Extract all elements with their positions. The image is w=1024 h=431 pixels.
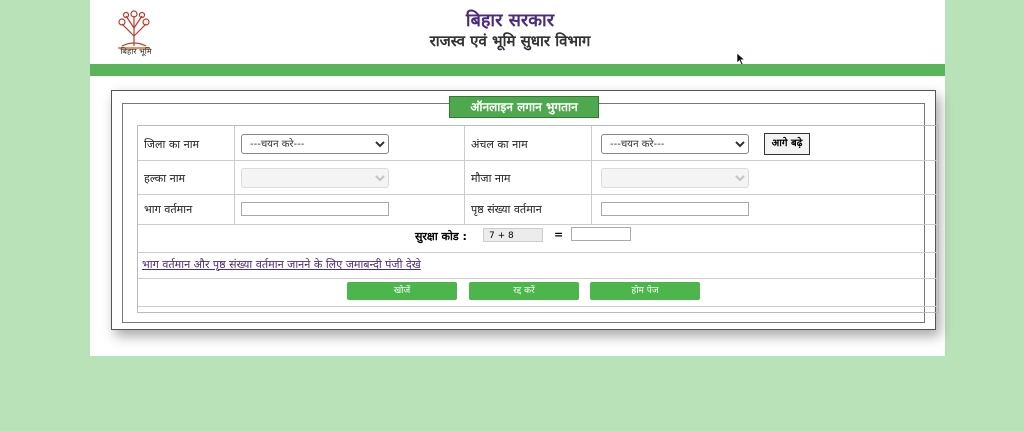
captcha-label: सुरक्षा कोड : [415, 230, 467, 243]
cell-district-select: ---चयन करे--- [235, 126, 465, 160]
captcha-input[interactable] [571, 227, 631, 241]
form-legend: ऑनलाइन लगान भुगतान [449, 96, 599, 118]
row-district: जिला का नाम ---चयन करे--- अंचल का नाम --… [138, 126, 938, 161]
cell-page-input [592, 194, 938, 224]
halka-select[interactable] [241, 168, 389, 188]
next-button[interactable]: आगे बढ़े [764, 133, 810, 155]
captcha-code: 7 + 8 [483, 228, 543, 242]
row-buttons: खोजें रद्द करें होम पेज [138, 278, 938, 307]
page-container: बिहार भूमि बिहार सरकार राजस्व एवं भूमि स… [90, 0, 945, 356]
captcha-equals: = [554, 228, 564, 241]
cell-mauja-select [592, 160, 938, 194]
circle-label: अंचल का नाम [471, 138, 528, 151]
header-subtitle: राजस्व एवं भूमि सुधार विभाग [429, 32, 591, 50]
header-strip [90, 64, 945, 76]
cancel-button[interactable]: रद्द करें [469, 282, 579, 300]
cell-page-label: पृष्ठ संख्या वर्तमान [465, 194, 592, 224]
cell-district-label: जिला का नाम [138, 126, 235, 160]
district-select[interactable]: ---चयन करे--- [241, 134, 389, 154]
bhag-input[interactable] [241, 202, 389, 216]
form-grid: जिला का नाम ---चयन करे--- अंचल का नाम --… [137, 125, 939, 313]
circle-select[interactable]: ---चयन करे--- [601, 134, 749, 154]
header: बिहार भूमि बिहार सरकार राजस्व एवं भूमि स… [90, 0, 945, 66]
mauja-label: मौजा नाम [471, 172, 511, 185]
page-number-label: पृष्ठ संख्या वर्तमान [471, 203, 542, 216]
search-button[interactable]: खोजें [347, 282, 457, 300]
home-button[interactable]: होम पेज [590, 282, 700, 300]
logo-text: बिहार भूमि [120, 47, 152, 56]
row-bhag: भाग वर्तमान पृष्ठ संख्या वर्तमान [138, 194, 938, 225]
page-number-input[interactable] [601, 202, 749, 216]
cell-mauja-label: मौजा नाम [465, 160, 592, 194]
halka-label: हल्का नाम [144, 172, 186, 185]
jamabandi-link[interactable]: भाग वर्तमान और पृष्ठ संख्या वर्तमान जानन… [142, 257, 421, 272]
cell-circle-label: अंचल का नाम [465, 126, 592, 160]
row-link: भाग वर्तमान और पृष्ठ संख्या वर्तमान जानन… [138, 252, 938, 279]
row-halka: हल्का नाम मौजा नाम [138, 160, 938, 195]
mauja-select[interactable] [601, 168, 749, 188]
row-captcha: सुरक्षा कोड : 7 + 8 = [138, 224, 938, 253]
cell-circle-select: ---चयन करे--- आगे बढ़े [592, 126, 938, 160]
cell-bhag-input [235, 194, 465, 224]
cell-halka-label: हल्का नाम [138, 160, 235, 194]
bhag-label: भाग वर्तमान [144, 203, 193, 216]
district-label: जिला का नाम [144, 138, 200, 151]
header-title: बिहार सरकार [465, 10, 555, 31]
cell-bhag-label: भाग वर्तमान [138, 194, 235, 224]
cell-halka-select [235, 160, 465, 194]
